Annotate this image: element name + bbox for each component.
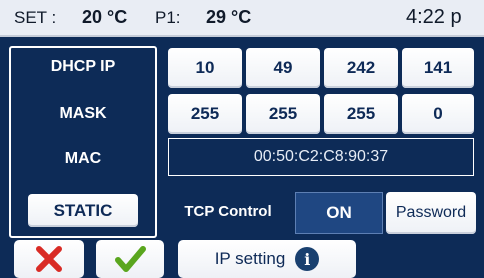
ip-setting-label: IP setting <box>214 249 286 268</box>
static-button[interactable]: STATIC <box>28 194 138 227</box>
p1-label: P1: <box>155 8 181 27</box>
cancel-button[interactable] <box>14 240 84 278</box>
check-icon <box>115 246 146 272</box>
mask-octet-3[interactable]: 255 <box>324 94 398 134</box>
tcp-on-button[interactable]: ON <box>295 192 383 234</box>
confirm-button[interactable] <box>96 240 164 278</box>
clock-time: 4:22 p <box>406 6 462 28</box>
mask-octet-1[interactable]: 255 <box>168 94 242 134</box>
p1-temperature: 29 °C <box>206 7 252 27</box>
mac-address-display: 00:50:C2:C8:90:37 <box>168 138 474 176</box>
set-temperature: 20 °C <box>82 7 128 27</box>
status-bar: SET : 20 °C P1: 29 °C 4:22 p <box>0 0 484 37</box>
set-label: SET : <box>14 8 57 27</box>
ip-octet-1[interactable]: 10 <box>168 48 242 88</box>
mask-label: MASK <box>59 105 107 122</box>
ip-octet-4[interactable]: 141 <box>402 48 474 88</box>
tcp-control-label: TCP Control <box>184 203 272 220</box>
mac-label: MAC <box>64 150 102 167</box>
dhcp-ip-label: DHCP IP <box>50 58 116 75</box>
info-icon: i <box>295 247 320 271</box>
password-button[interactable]: Password <box>386 192 476 234</box>
x-icon <box>36 246 62 272</box>
ip-octet-3[interactable]: 242 <box>324 48 398 88</box>
ip-octet-2[interactable]: 49 <box>246 48 320 88</box>
ip-setting-button[interactable]: IP setting i <box>178 240 356 278</box>
mask-octet-2[interactable]: 255 <box>246 94 320 134</box>
mask-octet-4[interactable]: 0 <box>402 94 474 134</box>
